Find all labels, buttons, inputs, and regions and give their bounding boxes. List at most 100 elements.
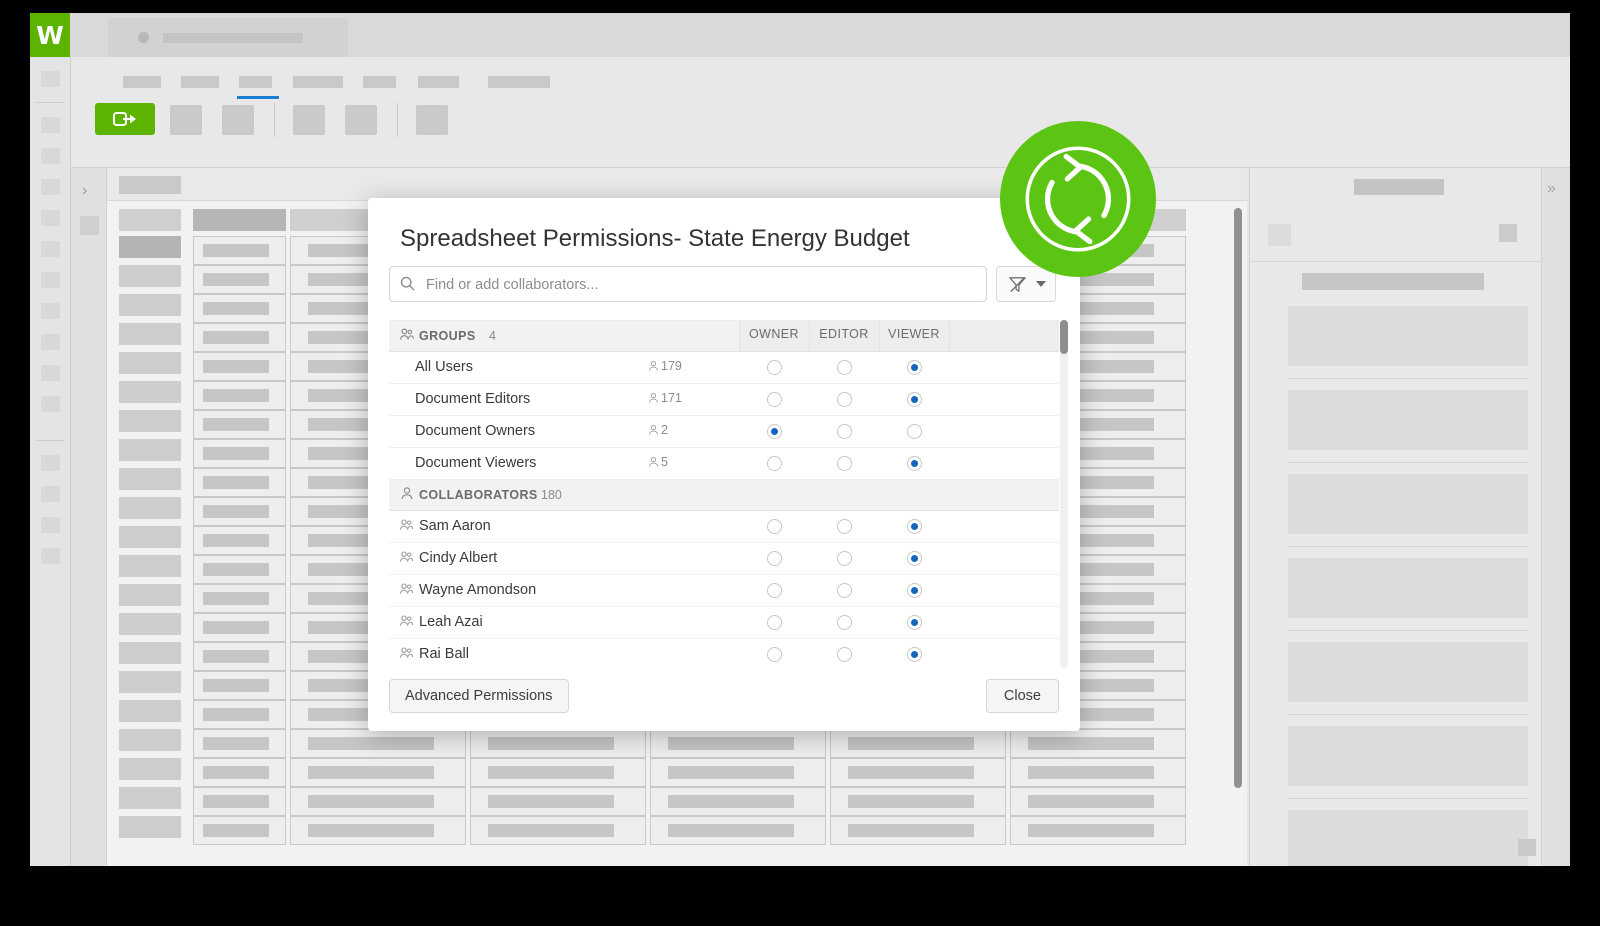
owner-radio[interactable] [767,392,782,407]
right-panel-block[interactable] [1288,726,1528,786]
table-scrollbar-thumb[interactable] [1060,320,1068,354]
grid-cell[interactable] [290,729,466,758]
grid-cell[interactable] [193,265,286,294]
sheet-vertical-scrollbar[interactable] [1234,208,1242,788]
viewer-radio[interactable] [907,583,922,598]
menu-item-1[interactable] [123,76,161,88]
owner-radio[interactable] [767,360,782,375]
owner-radio[interactable] [767,615,782,630]
grid-cell[interactable] [290,787,466,816]
grid-cell[interactable] [1010,758,1186,787]
export-button[interactable] [95,103,155,135]
viewer-radio[interactable] [907,424,922,439]
owner-radio[interactable] [767,424,782,439]
grid-cell[interactable] [193,410,286,439]
rail-item-5[interactable] [41,210,60,226]
advanced-permissions-button[interactable]: Advanced Permissions [389,679,569,713]
viewer-radio[interactable] [907,647,922,662]
rail-item-12[interactable] [41,455,60,471]
right-panel-block[interactable] [1288,390,1528,450]
row-header-2[interactable] [119,294,181,316]
table-row[interactable]: Wayne Amondson [389,575,1059,607]
table-row[interactable]: Document Owners 2 [389,416,1059,448]
grid-cell[interactable] [470,729,646,758]
editor-radio[interactable] [837,424,852,439]
rail-item-8[interactable] [41,303,60,319]
table-row[interactable]: Cindy Albert [389,543,1059,575]
row-header-13[interactable] [119,613,181,635]
grid-cell[interactable] [1010,787,1186,816]
grid-cell[interactable] [830,816,1006,845]
table-row[interactable]: Leah Azai [389,607,1059,639]
row-header-0[interactable] [119,236,181,258]
table-row[interactable]: All Users 179 [389,352,1059,384]
owner-radio[interactable] [767,551,782,566]
grid-cell[interactable] [650,787,826,816]
rail-item-13[interactable] [41,486,60,502]
row-header-1[interactable] [119,265,181,287]
editor-radio[interactable] [837,615,852,630]
grid-cell[interactable] [193,323,286,352]
rail-item-14[interactable] [41,517,60,533]
grid-cell[interactable] [193,468,286,497]
right-panel-block[interactable] [1288,558,1528,618]
viewer-radio[interactable] [907,392,922,407]
row-header-10[interactable] [119,526,181,548]
rail-item-1[interactable] [41,71,60,87]
grid-cell[interactable] [830,787,1006,816]
grid-cell[interactable] [1010,729,1186,758]
owner-radio[interactable] [767,519,782,534]
menu-item-2[interactable] [181,76,219,88]
close-button[interactable]: Close [985,679,1059,713]
collapse-panel-chevron-icon[interactable]: » [1547,180,1556,198]
toolbar-button-5[interactable] [416,105,448,135]
grid-cell[interactable] [193,584,286,613]
grid-cell[interactable] [193,352,286,381]
editor-radio[interactable] [837,647,852,662]
right-panel-back-button[interactable] [1268,224,1291,246]
editor-radio[interactable] [837,456,852,471]
grid-cell[interactable] [193,555,286,584]
document-tab[interactable] [108,18,348,57]
grid-cell[interactable] [193,236,286,265]
grid-cell[interactable] [1010,816,1186,845]
viewer-radio[interactable] [907,615,922,630]
rail-item-4[interactable] [41,179,60,195]
grid-cell[interactable] [193,816,286,845]
grid-cell[interactable] [290,816,466,845]
row-header-7[interactable] [119,439,181,461]
right-panel-block[interactable] [1288,642,1528,702]
table-row[interactable]: Document Viewers 5 [389,448,1059,480]
grid-cell[interactable] [193,497,286,526]
grid-cell[interactable] [830,729,1006,758]
owner-radio[interactable] [767,583,782,598]
grid-cell[interactable] [193,787,286,816]
rail-item-7[interactable] [41,272,60,288]
grid-cell[interactable] [650,729,826,758]
toolbar-button-4[interactable] [345,105,377,135]
owner-radio[interactable] [767,456,782,471]
right-panel-block[interactable] [1288,474,1528,534]
column-header-1[interactable] [193,209,286,231]
status-bar-button[interactable] [1518,839,1536,856]
row-header-14[interactable] [119,642,181,664]
row-header-3[interactable] [119,323,181,345]
editor-radio[interactable] [837,519,852,534]
table-row[interactable]: Rai Ball [389,639,1059,669]
rail-item-15[interactable] [41,548,60,564]
menu-item-7[interactable] [488,76,550,88]
row-header-4[interactable] [119,352,181,374]
row-header-11[interactable] [119,555,181,577]
row-header-20[interactable] [119,816,181,838]
owner-radio[interactable] [767,647,782,662]
rail-item-11[interactable] [41,396,60,412]
grid-cell[interactable] [193,613,286,642]
grid-cell[interactable] [470,816,646,845]
grid-cell[interactable] [193,439,286,468]
editor-radio[interactable] [837,392,852,407]
rail-item-2[interactable] [41,117,60,133]
row-header-16[interactable] [119,700,181,722]
rail-item-10[interactable] [41,365,60,381]
table-row[interactable]: Sam Aaron [389,511,1059,543]
editor-radio[interactable] [837,551,852,566]
